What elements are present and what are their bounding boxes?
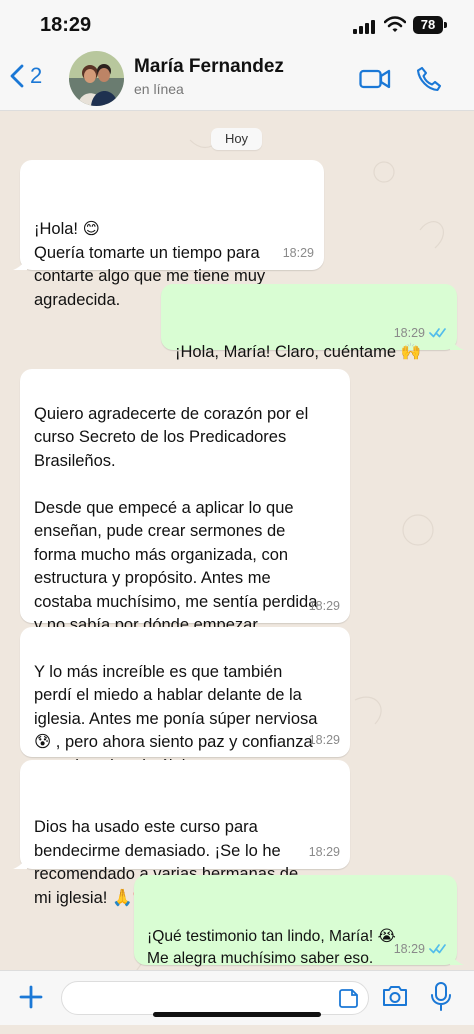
message-bubble-outgoing[interactable]: ¡Qué testimonio tan lindo, María! 😭 Me a… — [134, 875, 464, 988]
message-time: 18:29 — [393, 325, 425, 340]
message-text: Quiero agradecerte de corazón por el cur… — [34, 404, 318, 635]
message-time: 18:29 — [393, 941, 425, 956]
message-bubble-incoming[interactable]: Dios ha usado este curso para bendecirme… — [13, 760, 350, 907]
bubble-tail — [13, 257, 27, 270]
status-time: 18:29 — [40, 14, 92, 36]
sticker-icon[interactable] — [338, 988, 359, 1009]
bubble-tail — [13, 856, 27, 869]
microphone-icon[interactable] — [429, 981, 453, 1012]
back-button[interactable]: 2 — [10, 63, 42, 89]
message-meta: 18:29 — [394, 322, 447, 346]
plus-icon[interactable] — [16, 982, 46, 1012]
bubble-tail — [450, 952, 464, 965]
chevron-left-icon — [10, 64, 24, 88]
status-bar: 18:29 78 — [0, 0, 474, 48]
home-indicator — [153, 1012, 321, 1017]
message-meta: 18:29 — [309, 841, 340, 865]
message-list[interactable]: Hoy ¡Hola! 😊 Quería tomarte un tiempo pa… — [0, 110, 474, 988]
battery-indicator: 78 — [413, 16, 447, 34]
message-time: 18:29 — [308, 598, 340, 613]
message-meta: 18:29 — [394, 939, 447, 961]
message-meta: 18:29 — [309, 729, 340, 753]
message-bubble-incoming[interactable]: Quiero agradecerte de corazón por el cur… — [20, 369, 350, 634]
signal-icon — [353, 20, 377, 34]
message-time: 18:29 — [282, 245, 314, 260]
bubble-tail — [450, 337, 464, 350]
message-meta: 18:29 — [283, 242, 314, 266]
avatar[interactable] — [69, 51, 124, 106]
message-bubble-incoming[interactable]: Y lo más increíble es que también perdí … — [20, 627, 350, 775]
phone-icon[interactable] — [415, 65, 443, 93]
contact-name[interactable]: María Fernandez — [134, 56, 284, 78]
message-bubble-incoming[interactable]: ¡Hola! 😊 Quería tomarte un tiempo para c… — [13, 160, 324, 309]
message-input-wrapper[interactable] — [61, 981, 369, 1016]
message-bubble-outgoing[interactable]: ¡Hola, María! Claro, cuéntame 🙌 ¿Cómo te… — [161, 284, 464, 385]
wifi-icon — [384, 16, 406, 32]
message-time: 18:29 — [308, 844, 340, 859]
video-call-icon[interactable] — [359, 67, 391, 91]
contact-status: en línea — [134, 81, 184, 97]
message-meta: 18:29 — [309, 595, 340, 619]
date-separator: Hoy — [211, 128, 262, 150]
camera-icon[interactable] — [381, 984, 409, 1008]
message-input[interactable] — [72, 982, 336, 1016]
message-time: 18:29 — [308, 732, 340, 747]
chat-header: 2 María Fernandez en línea — [0, 48, 474, 111]
double-check-icon — [429, 328, 446, 338]
double-check-icon — [429, 944, 446, 954]
unread-count: 2 — [30, 63, 43, 88]
